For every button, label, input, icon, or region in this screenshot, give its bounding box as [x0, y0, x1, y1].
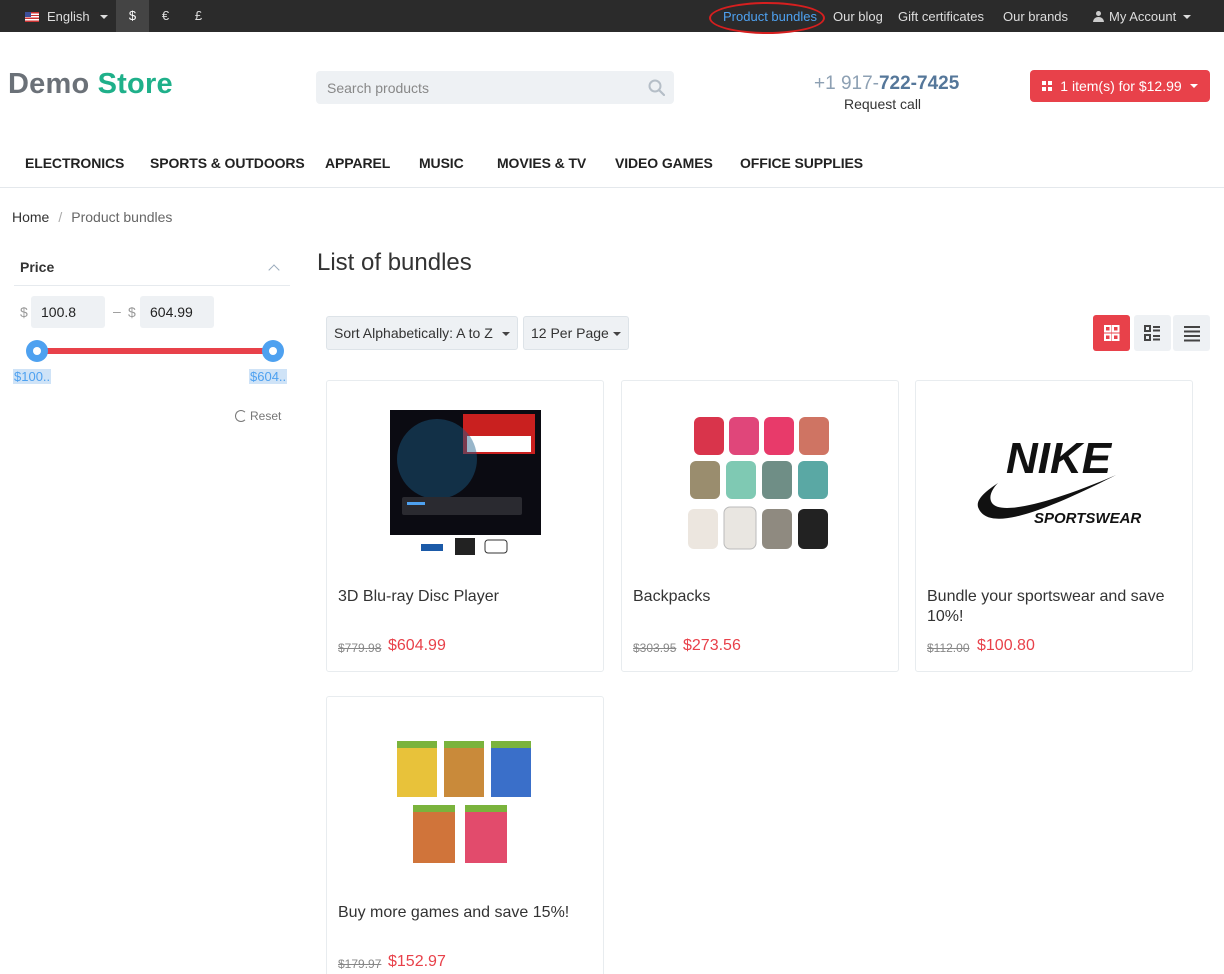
- product-image: [390, 410, 541, 555]
- nav-electronics[interactable]: ELECTRONICS: [25, 155, 124, 171]
- cart-label: 1 item(s) for $12.99: [1060, 78, 1182, 94]
- language-selector[interactable]: English: [25, 9, 108, 24]
- price-min-input[interactable]: [31, 296, 105, 328]
- breadcrumb-separator: /: [58, 209, 63, 225]
- chevron-down-icon: [502, 332, 510, 336]
- per-page-select[interactable]: 12 Per Page: [523, 316, 629, 350]
- search-input[interactable]: [316, 71, 636, 104]
- product-name[interactable]: Buy more games and save 15%!: [338, 903, 593, 923]
- request-call-link[interactable]: Request call: [844, 96, 921, 112]
- nav-office-supplies[interactable]: OFFICE SUPPLIES: [740, 155, 863, 171]
- product-image: [688, 417, 829, 550]
- chevron-down-icon: [1183, 14, 1192, 19]
- grid-view-button[interactable]: [1093, 315, 1130, 351]
- grid-icon: [1104, 325, 1120, 341]
- product-card[interactable]: Buy more games and save 15%! $179.97 $15…: [326, 696, 604, 974]
- phone-number: +1 917-722-7425: [814, 73, 959, 95]
- product-card[interactable]: NIKE SPORTSWEAR Bundle your sportswear a…: [915, 380, 1193, 672]
- product-card[interactable]: Backpacks $303.95 $273.56: [621, 380, 899, 672]
- nav-movies-tv[interactable]: MOVIES & TV: [497, 155, 586, 171]
- max-currency-symbol: $: [128, 304, 136, 320]
- main-nav: ELECTRONICS SPORTS & OUTDOORS APPAREL MU…: [0, 140, 1224, 188]
- logo-text-store: Store: [97, 68, 173, 100]
- nav-apparel[interactable]: APPAREL: [325, 155, 390, 171]
- product-price: $273.56: [683, 637, 741, 654]
- chevron-down-icon: [99, 14, 108, 19]
- price-max-handle[interactable]: [262, 340, 284, 362]
- us-flag-icon: [25, 11, 39, 22]
- price-min-handle[interactable]: [26, 340, 48, 362]
- product-old-price: $303.95: [633, 641, 677, 655]
- language-label: English: [47, 9, 90, 24]
- product-price: $100.80: [977, 637, 1035, 654]
- cart-icon: [1042, 81, 1054, 91]
- breadcrumb-home[interactable]: Home: [12, 209, 49, 225]
- refresh-icon: [235, 410, 247, 422]
- link-our-brands[interactable]: Our brands: [1003, 9, 1068, 24]
- product-image: [397, 741, 531, 863]
- range-dash: –: [113, 303, 121, 319]
- nav-video-games[interactable]: VIDEO GAMES: [615, 155, 713, 171]
- nav-sports-outdoors[interactable]: SPORTS & OUTDOORS: [150, 155, 305, 171]
- store-logo[interactable]: Demo Store: [8, 68, 173, 101]
- product-image: NIKE SPORTSWEAR: [977, 434, 1141, 527]
- chevron-up-icon[interactable]: [268, 264, 280, 276]
- price-min-label: $100..: [13, 369, 52, 384]
- currency-usd[interactable]: $: [116, 0, 149, 32]
- per-page-label: 12 Per Page: [531, 325, 609, 341]
- phone-main: 722-7425: [878, 73, 960, 94]
- list-view-button[interactable]: [1134, 315, 1171, 351]
- link-gift-certificates[interactable]: Gift certificates: [898, 9, 984, 24]
- product-price: $604.99: [388, 637, 446, 654]
- reset-button[interactable]: Reset: [235, 409, 281, 423]
- top-bar: English $ € £ Product bundles Our blog G…: [0, 0, 1224, 32]
- reset-label: Reset: [250, 409, 282, 423]
- product-name[interactable]: 3D Blu-ray Disc Player: [338, 587, 593, 607]
- my-account-label: My Account: [1109, 9, 1177, 24]
- compact-list-view-button[interactable]: [1173, 315, 1210, 351]
- list-icon: [1184, 326, 1200, 342]
- logo-text: NIKE: [1006, 434, 1113, 483]
- price-max-label: $604..: [249, 369, 288, 384]
- min-currency-symbol: $: [20, 304, 28, 320]
- product-old-price: $179.97: [338, 957, 382, 971]
- price-max-input[interactable]: [140, 296, 214, 328]
- product-old-price: $112.00: [927, 641, 970, 655]
- search-box: [316, 71, 674, 104]
- product-name[interactable]: Backpacks: [633, 587, 888, 607]
- breadcrumb-current: Product bundles: [71, 209, 173, 225]
- divider: [14, 285, 290, 286]
- link-our-blog[interactable]: Our blog: [833, 9, 883, 24]
- logo-text-demo: Demo: [8, 68, 90, 100]
- currency-eur[interactable]: €: [149, 0, 182, 32]
- sort-select[interactable]: Sort Alphabetically: A to Z: [326, 316, 518, 350]
- my-account-menu[interactable]: My Account: [1093, 9, 1192, 24]
- cart-button[interactable]: 1 item(s) for $12.99: [1030, 70, 1210, 102]
- logo-text: SPORTSWEAR: [1034, 510, 1141, 527]
- chevron-down-icon: [613, 332, 621, 336]
- sort-label: Sort Alphabetically: A to Z: [334, 325, 493, 341]
- chevron-down-icon: [1189, 84, 1198, 88]
- nav-music[interactable]: MUSIC: [419, 155, 464, 171]
- product-card[interactable]: 3D Blu-ray Disc Player $779.98 $604.99: [326, 380, 604, 672]
- price-range-track[interactable]: [37, 348, 273, 354]
- phone-prefix: +1 917-: [814, 73, 879, 94]
- product-price: $152.97: [388, 953, 446, 970]
- price-filter-title[interactable]: Price: [20, 259, 54, 275]
- search-icon[interactable]: [648, 79, 665, 96]
- product-old-price: $779.98: [338, 641, 382, 655]
- list-detail-icon: [1144, 325, 1160, 341]
- page-title: List of bundles: [317, 249, 472, 276]
- user-icon: [1093, 11, 1104, 22]
- currency-gbp[interactable]: £: [182, 0, 215, 32]
- link-product-bundles[interactable]: Product bundles: [723, 9, 817, 24]
- breadcrumb: Home / Product bundles: [12, 209, 172, 225]
- product-name[interactable]: Bundle your sportswear and save 10%!: [927, 587, 1182, 627]
